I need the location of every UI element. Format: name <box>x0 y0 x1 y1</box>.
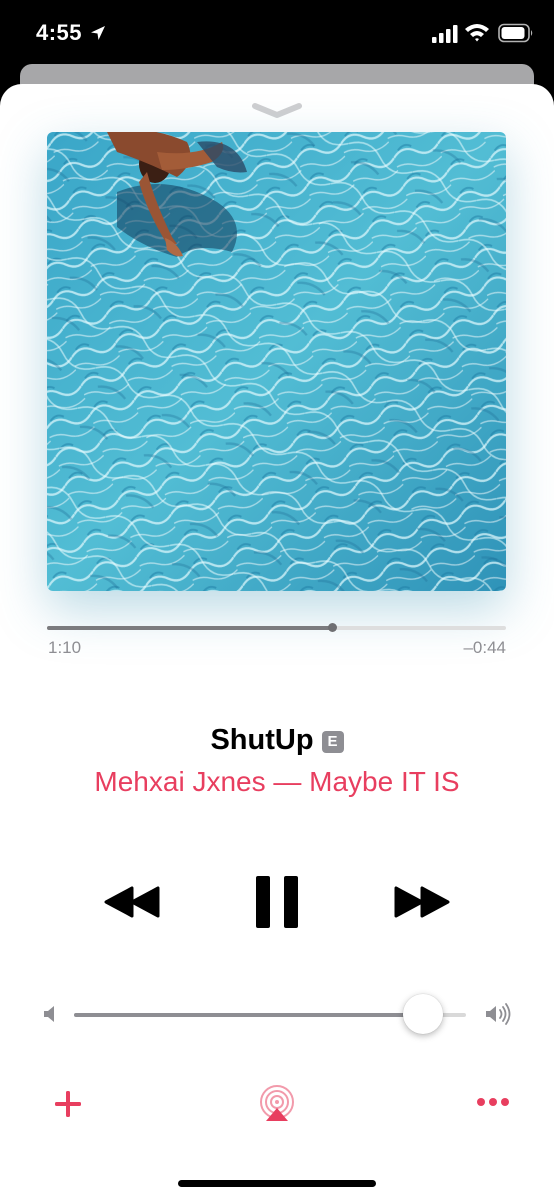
wifi-icon <box>465 24 489 42</box>
chevron-down-icon[interactable] <box>252 102 302 120</box>
home-indicator[interactable] <box>178 1180 376 1187</box>
track-title-row: ShutUp E <box>0 724 554 757</box>
status-bar: 4:55 <box>0 0 554 66</box>
pause-icon <box>256 876 298 928</box>
speaker-high-icon <box>486 1003 511 1025</box>
remaining-time: –0:44 <box>463 638 506 657</box>
progress-fill <box>47 626 332 630</box>
fast-forward-icon <box>394 886 450 918</box>
airplay-button[interactable] <box>258 1084 296 1122</box>
speaker-low-icon <box>44 1006 54 1022</box>
signal-icon <box>432 25 458 43</box>
battery-icon <box>498 23 533 43</box>
volume-slider[interactable] <box>74 994 466 1034</box>
elapsed-time: 1:10 <box>48 638 82 657</box>
more-button[interactable] <box>476 1096 510 1108</box>
plus-icon <box>55 1091 81 1117</box>
airplay-audio-icon <box>260 1085 294 1121</box>
playback-progress-bar[interactable] <box>47 623 506 632</box>
artist-album-link[interactable]: Mehxai Jxnes — Maybe IT IS <box>0 766 554 798</box>
progress-scrubber[interactable] <box>327 623 337 632</box>
volume-knob[interactable] <box>402 994 443 1034</box>
album-artwork <box>47 132 506 591</box>
volume-fill <box>74 1013 423 1017</box>
now-playing-sheet: 1:10 –0:44 ShutUp E Mehxai Jxnes — Maybe … <box>0 84 554 1200</box>
location-icon <box>91 26 105 40</box>
pause-button[interactable] <box>252 874 302 930</box>
status-time: 4:55 <box>36 20 83 45</box>
track-title: ShutUp <box>210 724 314 756</box>
ellipsis-icon <box>477 1098 509 1106</box>
rewind-button[interactable] <box>100 882 164 922</box>
rewind-icon <box>104 886 160 918</box>
add-button[interactable] <box>54 1090 82 1118</box>
fast-forward-button[interactable] <box>390 882 454 922</box>
explicit-badge: E <box>321 731 344 753</box>
